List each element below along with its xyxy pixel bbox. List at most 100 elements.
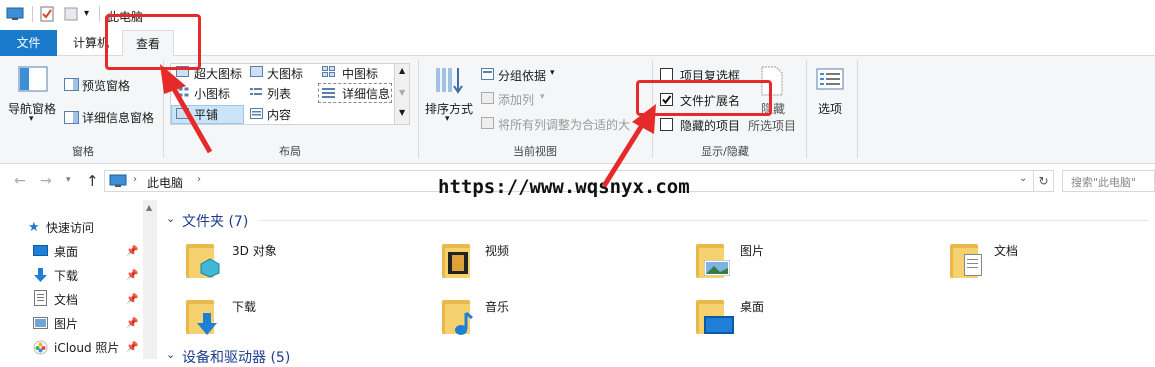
nav-pane-icon <box>18 66 48 92</box>
group-by-icon <box>481 68 494 80</box>
layout-details[interactable]: 详细信息 <box>342 85 390 102</box>
breadcrumb-separator-icon[interactable]: › <box>133 174 137 185</box>
tab-file[interactable]: 文件 <box>0 30 57 56</box>
recent-locations-icon[interactable]: ▾ <box>66 175 71 185</box>
refresh-icon: ↻ <box>1038 174 1049 188</box>
address-history-icon[interactable]: ⌄ <box>1019 173 1027 184</box>
content-icon <box>250 108 263 119</box>
folder-item[interactable]: 图片 <box>694 238 924 284</box>
folders-section-header[interactable]: 文件夹 (7) <box>182 211 248 231</box>
computer-icon <box>109 174 127 188</box>
details-icon <box>322 87 335 98</box>
desktop-folder-icon <box>696 298 734 334</box>
panes-group-label: 窗格 <box>72 145 94 158</box>
layout-large-icons[interactable]: 大图标 <box>267 65 303 82</box>
folder-label: 下载 <box>232 300 257 314</box>
nav-item-icloud-photos[interactable]: iCloud 照片 <box>54 338 119 358</box>
add-column-button: 添加列 <box>498 93 535 107</box>
breadcrumb-separator-icon[interactable]: › <box>197 174 201 185</box>
up-icon[interactable]: ↑ <box>86 172 99 190</box>
large-icons-icon <box>250 66 263 77</box>
downloads-folder-icon <box>186 298 217 335</box>
current-view-group-label: 当前视图 <box>513 145 557 158</box>
nav-item-desktop[interactable]: 桌面 <box>54 242 78 262</box>
annotation-arrow-icon <box>601 104 656 188</box>
folder-item[interactable]: 音乐 <box>440 294 670 340</box>
show-hide-group-label: 显示/隐藏 <box>701 145 749 158</box>
details-pane-icon <box>64 111 79 124</box>
layout-group-label: 布局 <box>279 145 301 158</box>
desktop-icon <box>33 245 48 258</box>
forward-icon[interactable]: → <box>40 173 52 189</box>
breadcrumb-this-pc[interactable]: 此电脑 <box>147 174 183 191</box>
search-box[interactable]: 搜索"此电脑" <box>1062 170 1155 192</box>
fit-columns-icon <box>481 117 494 129</box>
layout-list[interactable]: 列表 <box>267 85 291 102</box>
chevron-down-icon[interactable]: ⌄ <box>166 212 175 225</box>
chevron-down-icon[interactable]: ⌄ <box>166 348 175 361</box>
pin-icon[interactable]: 📌 <box>126 342 138 353</box>
navigation-pane: ★ 快速访问 桌面 📌 下载 📌 文档 📌 图片 📌 iCloud 照片 📌 <box>0 200 158 359</box>
list-icon <box>250 87 262 98</box>
group-by-button[interactable]: 分组依据 <box>498 67 546 84</box>
chevron-down-icon: ▾ <box>550 68 555 78</box>
details-pane-button[interactable]: 详细信息窗格 <box>82 109 154 126</box>
annotation-arrow-icon <box>160 64 213 154</box>
star-icon: ★ <box>28 220 40 235</box>
selected-items-label: 所选项目 <box>748 119 797 133</box>
layout-medium-icons[interactable]: 中图标 <box>342 65 378 82</box>
documents-icon <box>34 290 47 306</box>
documents-folder-icon <box>950 242 982 278</box>
nav-item-downloads[interactable]: 下载 <box>54 266 78 286</box>
nav-item-pictures[interactable]: 图片 <box>54 314 78 334</box>
chevron-down-icon: ▾ <box>445 114 450 124</box>
scroll-down-icon[interactable]: ▼ <box>399 88 405 97</box>
folder-item[interactable]: 3D 对象 <box>184 238 414 284</box>
devices-section-header[interactable]: 设备和驱动器 (5) <box>182 347 290 367</box>
folder-label: 图片 <box>740 244 765 258</box>
pin-icon[interactable]: 📌 <box>126 270 138 281</box>
options-button[interactable]: 选项 <box>818 100 842 117</box>
pictures-folder-icon <box>696 242 730 278</box>
computer-icon <box>6 7 24 21</box>
new-folder-icon[interactable] <box>64 6 78 22</box>
folder-label: 视频 <box>485 244 510 258</box>
layout-content[interactable]: 内容 <box>267 106 291 123</box>
chevron-down-icon: ▾ <box>540 92 545 102</box>
quick-access-dropdown-icon[interactable]: ▾ <box>84 8 89 19</box>
folder-item[interactable]: 桌面 <box>694 294 924 340</box>
scroll-up-icon[interactable]: ▲ <box>146 203 152 212</box>
options-icon <box>816 68 844 90</box>
preview-pane-icon <box>64 78 79 91</box>
add-column-icon <box>481 92 494 104</box>
nav-quick-access[interactable]: 快速访问 <box>46 218 94 238</box>
properties-icon[interactable] <box>40 6 54 22</box>
folder-label: 3D 对象 <box>232 244 277 258</box>
nav-item-documents[interactable]: 文档 <box>54 290 78 310</box>
chevron-down-icon: ▾ <box>29 114 34 124</box>
scroll-up-icon[interactable]: ▲ <box>399 66 405 75</box>
folder-label: 音乐 <box>485 300 510 314</box>
folder-label: 文档 <box>994 244 1019 258</box>
hidden-items-label[interactable]: 隐藏的项目 <box>680 117 740 134</box>
pin-icon[interactable]: 📌 <box>126 246 138 257</box>
folder-item[interactable]: 视频 <box>440 238 670 284</box>
nav-scrollbar[interactable]: ▲ <box>143 200 157 359</box>
videos-folder-icon <box>442 242 472 278</box>
medium-icons-icon <box>322 66 335 77</box>
sort-icon <box>434 66 464 94</box>
folder-item[interactable]: 文档 <box>948 238 1148 284</box>
search-placeholder: 搜索"此电脑" <box>1071 176 1137 189</box>
preview-pane-button[interactable]: 预览窗格 <box>82 77 130 94</box>
layout-scrollbar[interactable]: ▲ ▼ ▼ <box>394 64 409 124</box>
pin-icon[interactable]: 📌 <box>126 318 138 329</box>
pin-icon[interactable]: 📌 <box>126 294 138 305</box>
back-icon[interactable]: ← <box>14 173 26 189</box>
downloads-icon <box>33 267 48 283</box>
refresh-button[interactable]: ↻ <box>1034 170 1054 192</box>
folder-item[interactable]: 下载 <box>184 294 414 340</box>
pictures-icon <box>33 317 48 329</box>
icloud-photos-icon <box>33 340 48 355</box>
folder-label: 桌面 <box>740 300 765 314</box>
gallery-expand-icon[interactable]: ▼ <box>399 108 405 117</box>
